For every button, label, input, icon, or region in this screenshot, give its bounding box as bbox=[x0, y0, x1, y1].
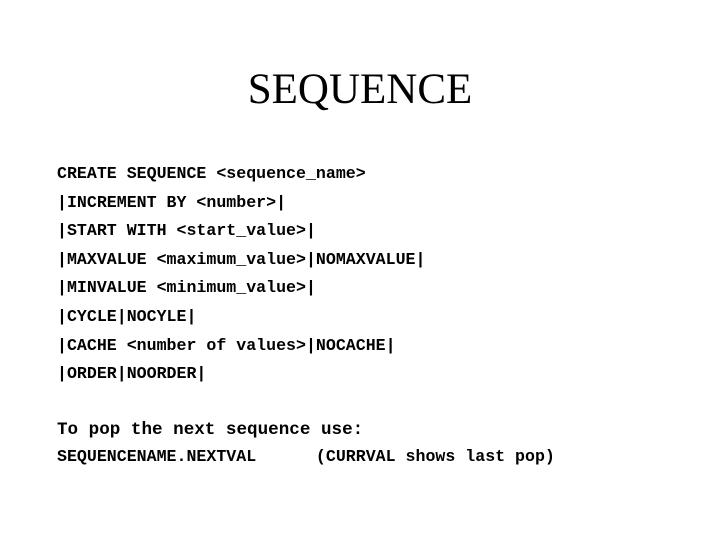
sequence-syntax-block: CREATE SEQUENCE <sequence_name> |INCREME… bbox=[57, 160, 697, 389]
page-title: SEQUENCE bbox=[247, 66, 473, 113]
syntax-line-cache: |CACHE <number of values>|NOCACHE| bbox=[57, 335, 396, 355]
syntax-line-minvalue: |MINVALUE <minimum_value>| bbox=[57, 278, 316, 298]
usage-example: SEQUENCENAME.NEXTVAL (CURRVAL shows last… bbox=[57, 447, 555, 466]
slide-canvas: SEQUENCE CREATE SEQUENCE <sequence_name>… bbox=[0, 0, 720, 540]
syntax-line-increment: |INCREMENT BY <number>| bbox=[57, 192, 287, 212]
syntax-line-order: |ORDER|NOORDER| bbox=[57, 364, 207, 384]
syntax-line-create: CREATE SEQUENCE <sequence_name> bbox=[57, 164, 366, 183]
syntax-line-maxvalue: |MAXVALUE <maximum_value>|NOMAXVALUE| bbox=[57, 249, 426, 269]
usage-heading: To pop the next sequence use: bbox=[57, 420, 364, 440]
syntax-line-start-with: |START WITH <start_value>| bbox=[57, 221, 316, 241]
sequence-usage-block: To pop the next sequence use: SEQUENCENA… bbox=[57, 416, 717, 470]
syntax-line-cycle: |CYCLE|NOCYLE| bbox=[57, 306, 197, 326]
